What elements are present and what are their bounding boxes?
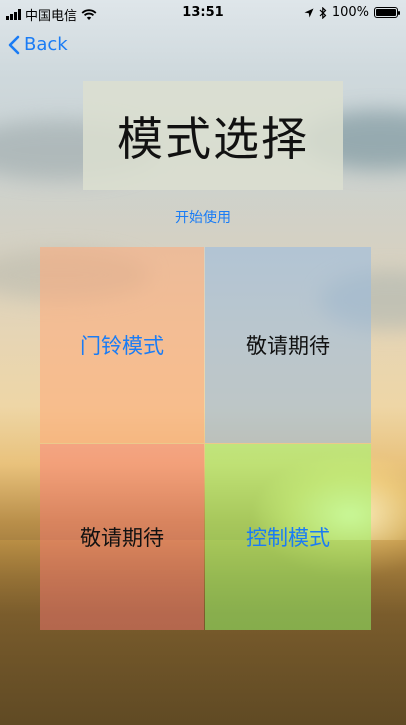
control-mode-tile[interactable]: 控制模式 xyxy=(205,444,371,630)
tile-label: 门铃模式 xyxy=(80,334,164,358)
coming-soon-tile[interactable]: 敬请期待 xyxy=(205,247,371,443)
back-label: Back xyxy=(24,34,68,55)
tile-label: 敬请期待 xyxy=(246,334,330,358)
bluetooth-icon xyxy=(319,6,327,19)
screen: 中国电信 13:51 100% Back 模式选择 开始使用 门铃模式 敬请期待… xyxy=(0,0,406,725)
tile-label: 控制模式 xyxy=(246,526,330,550)
title-panel: 模式选择 xyxy=(83,81,343,190)
status-right: 100% xyxy=(304,5,400,20)
page-title: 模式选择 xyxy=(117,111,309,166)
location-icon xyxy=(304,8,314,17)
chevron-left-icon xyxy=(8,35,20,54)
doorbell-mode-tile[interactable]: 门铃模式 xyxy=(40,247,204,443)
coming-soon-tile[interactable]: 敬请期待 xyxy=(40,444,204,630)
tile-label: 敬请期待 xyxy=(80,526,164,550)
battery-icon xyxy=(374,7,400,18)
status-bar: 中国电信 13:51 100% xyxy=(0,0,406,26)
start-button[interactable]: 开始使用 xyxy=(0,207,406,227)
back-button[interactable]: Back xyxy=(8,34,68,55)
battery-percent: 100% xyxy=(331,5,369,20)
